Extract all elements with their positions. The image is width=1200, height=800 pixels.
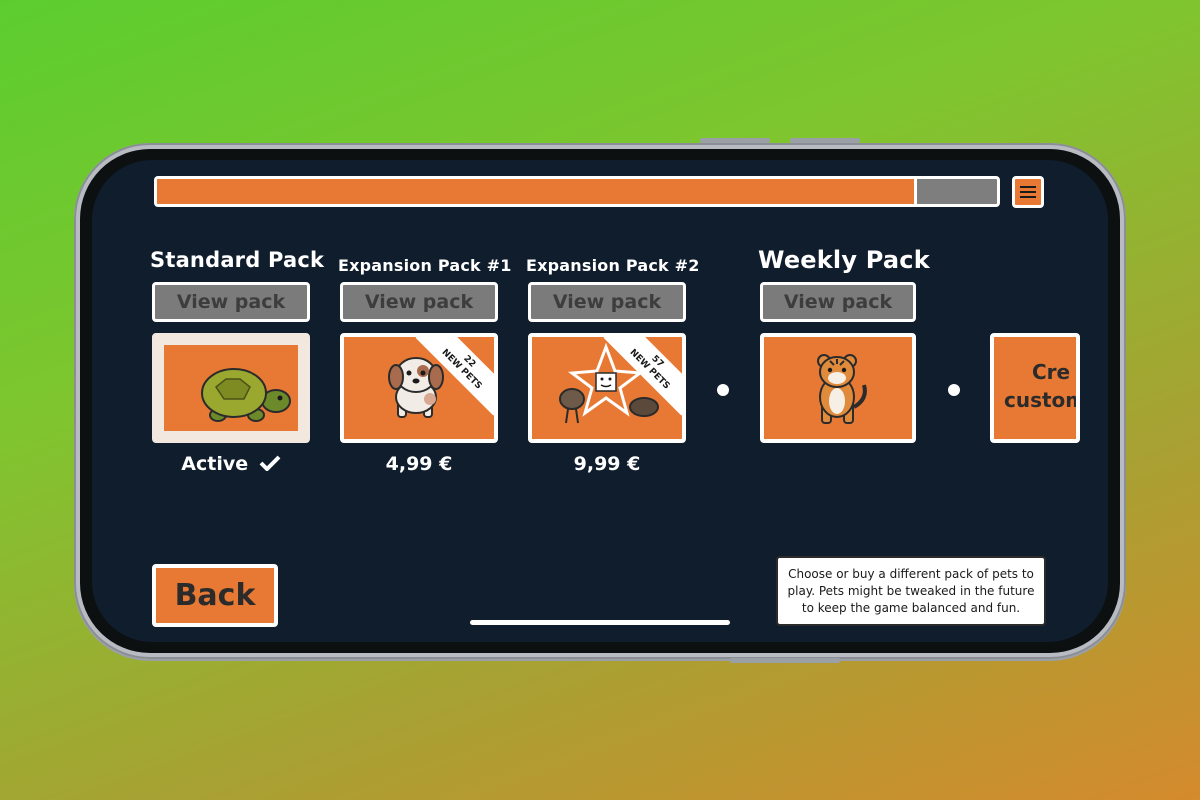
- menu-icon: [1020, 191, 1036, 193]
- menu-icon: [1020, 196, 1036, 198]
- pack-title: Expansion Pack #2: [526, 256, 700, 275]
- separator-dot: [717, 384, 729, 396]
- pack-card-weekly[interactable]: [760, 333, 916, 443]
- turtle-icon: [201, 368, 291, 422]
- info-tooltip: Choose or buy a different pack of pets t…: [776, 556, 1046, 626]
- home-indicator[interactable]: [470, 620, 730, 625]
- pack-card-expansion-2[interactable]: 57 NEW PETS: [528, 333, 686, 443]
- pack-card-standard[interactable]: [152, 333, 310, 443]
- active-label: Active: [181, 453, 249, 475]
- create-custom-pack-card[interactable]: Cre custom: [990, 333, 1080, 443]
- separator-dot: [948, 384, 960, 396]
- tiger-icon: [817, 354, 867, 424]
- pack-card-expansion-1[interactable]: 22 NEW PETS: [340, 333, 498, 443]
- pack-title: Weekly Pack: [758, 246, 930, 274]
- progress-bar-fill: [157, 179, 918, 204]
- menu-icon: [1020, 186, 1036, 188]
- phone-side-button: [700, 138, 770, 143]
- custom-card-line-2: custom: [1004, 388, 1080, 412]
- info-text: Choose or buy a different pack of pets t…: [787, 566, 1035, 615]
- pack-title: Standard Pack: [150, 248, 325, 272]
- view-pack-button[interactable]: View pack: [760, 282, 916, 322]
- view-pack-button[interactable]: View pack: [152, 282, 310, 322]
- progress-bar: [154, 176, 1000, 207]
- pack-price: 4,99 €: [385, 453, 453, 475]
- phone-side-button: [790, 138, 860, 143]
- pack-price: 9,99 €: [573, 453, 641, 475]
- custom-card-line-1: Cre: [1032, 360, 1071, 384]
- checkmark-icon: [259, 455, 281, 472]
- menu-button[interactable]: [1012, 176, 1044, 208]
- pack-title: Expansion Pack #1: [338, 256, 512, 275]
- view-pack-button[interactable]: View pack: [528, 282, 686, 322]
- pack-card-inner: [164, 345, 298, 431]
- back-button[interactable]: Back: [152, 564, 278, 627]
- game-screen: Standard Pack View pack Active Expansion…: [92, 160, 1108, 642]
- view-pack-button[interactable]: View pack: [340, 282, 498, 322]
- phone-side-button: [730, 658, 840, 663]
- pack-status: Active: [152, 453, 310, 475]
